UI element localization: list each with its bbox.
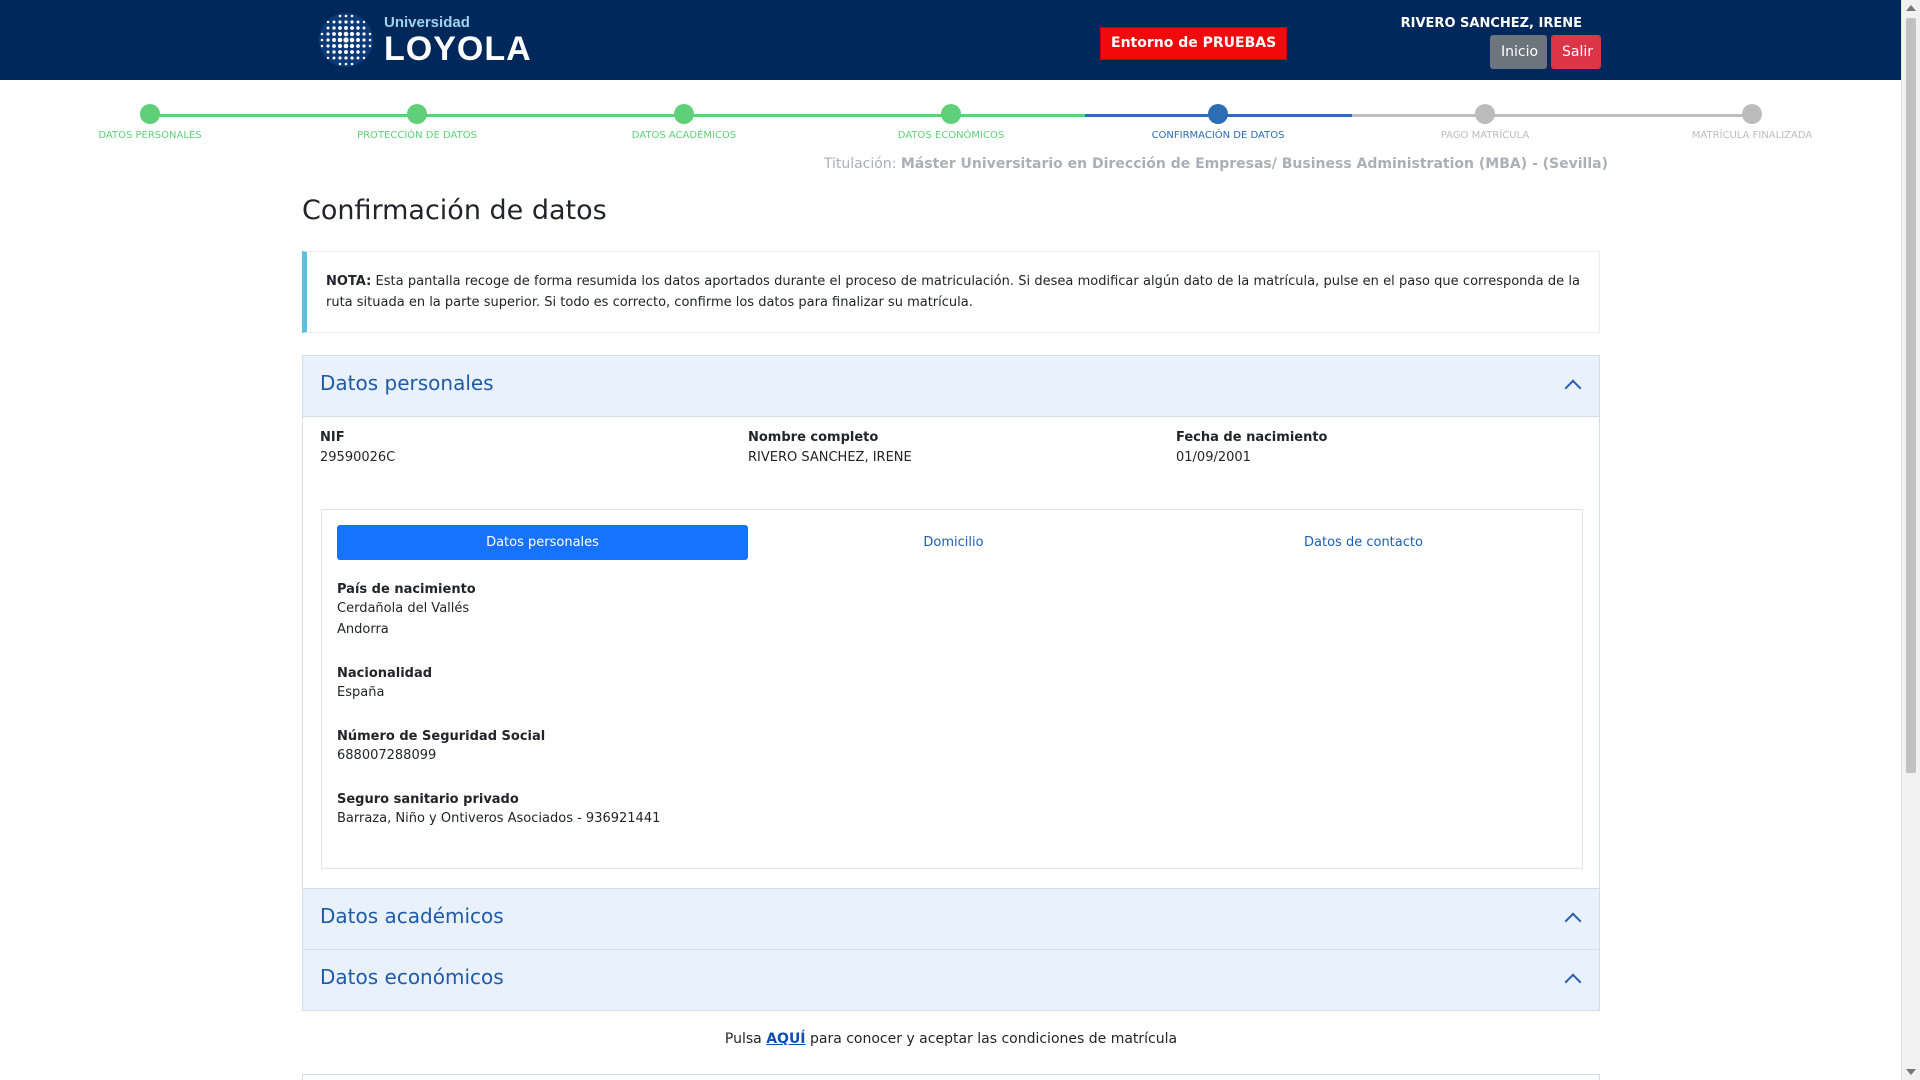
nacionalidad-label: Nacionalidad [337,666,433,681]
step-dot [1742,104,1762,124]
pais-label: País de nacimiento [337,582,476,597]
logo-small-text: Universidad [384,13,470,31]
nss-value: 688007288099 [337,748,437,763]
conditions-link[interactable]: AQUÍ [766,1031,805,1047]
step-label: DATOS ECONÓMICOS [897,130,1005,141]
logo-big-text: LOYOLA [384,29,532,68]
step-datos-economicos[interactable]: DATOS ECONÓMICOS [841,104,1061,141]
step-confirmacion-datos[interactable]: CONFIRMACIÓN DE DATOS [1108,104,1328,141]
logo-text: Universidad LOYOLA [384,15,532,66]
field-nombre: Nombre completo RIVERO SANCHEZ, IRENE [748,430,912,465]
card-datos-personales: Datos personales NIF 29590026C Nombre co… [302,355,1600,889]
page-title: Confirmación de datos [302,195,607,226]
step-pago-matricula: PAGO MATRÍCULA [1375,104,1595,141]
inicio-button[interactable]: Inicio [1490,35,1547,69]
step-dot [1475,104,1495,124]
details-tabs: Datos personales Domicilio Datos de cont… [337,525,1569,560]
field-nacionalidad: Nacionalidad España [337,666,432,703]
salir-button[interactable]: Salir [1551,35,1601,69]
fecha-value: 01/09/2001 [1176,450,1251,465]
pais-line1: Cerdañola del Vallés [337,601,470,616]
section-title: Datos académicos [320,904,504,928]
scrollbar-thumb[interactable] [1906,18,1916,773]
card-datos-academicos: Datos académicos [302,888,1600,950]
page-scrollbar[interactable] [1901,0,1920,1080]
nombre-label: Nombre completo [748,430,879,445]
step-dot [1208,104,1228,124]
titulacion-value: Máster Universitario en Dirección de Emp… [900,156,1608,172]
section-title: Datos personales [320,371,494,395]
step-dot [941,104,961,124]
info-note: NOTA: Esta pantalla recoge de forma resu… [302,251,1600,333]
field-fecha-nacimiento: Fecha de nacimiento 01/09/2001 [1176,430,1328,465]
chevron-up-icon[interactable] [1564,973,1582,991]
university-logo[interactable]: Universidad LOYOLA [316,10,532,70]
titulacion-prefix: Titulación: [823,156,897,172]
environment-badge: Entorno de PRUEBAS [1100,27,1288,60]
conditions-after: para conocer y aceptar las condiciones d… [805,1031,1178,1047]
top-header: Universidad LOYOLA Entorno de PRUEBAS RI… [0,0,1902,80]
step-label: CONFIRMACIÓN DE DATOS [1151,130,1285,141]
globe-dots-icon [319,13,373,67]
titulacion-line: Titulación: Máster Universitario en Dire… [824,156,1608,172]
section-title: Datos económicos [320,965,504,989]
nss-label: Número de Seguridad Social [337,729,546,744]
accordion-header-datos-personales[interactable]: Datos personales [303,356,1599,417]
accordion-header-datos-economicos[interactable]: Datos económicos [303,950,1599,1010]
next-card-edge [302,1074,1600,1080]
seguro-label: Seguro sanitario privado [337,792,519,807]
step-proteccion-datos[interactable]: PROTECCIÓN DE DATOS [307,104,527,141]
conditions-text: Pulsa AQUÍ para conocer y aceptar las co… [302,1031,1600,1047]
step-datos-academicos[interactable]: DATOS ACADÉMICOS [574,104,794,141]
field-nif: NIF 29590026C [320,430,395,465]
step-dot [140,104,160,124]
conditions-before: Pulsa [724,1031,767,1047]
note-text: Esta pantalla recoge de forma resumida l… [326,274,1580,310]
nacionalidad-value: España [337,685,385,700]
step-label: DATOS ACADÉMICOS [631,130,737,141]
step-dot [674,104,694,124]
step-label: PAGO MATRÍCULA [1440,130,1530,141]
step-dot [407,104,427,124]
scroll-up-icon[interactable] [1906,5,1916,11]
step-label: MATRÍCULA FINALIZADA [1691,130,1813,141]
nif-value: 29590026C [320,450,396,465]
step-label: DATOS PERSONALES [98,130,202,141]
step-label: PROTECCIÓN DE DATOS [357,130,477,141]
personal-details-panel: Datos personales Domicilio Datos de cont… [321,509,1583,869]
tab-datos-contacto[interactable]: Datos de contacto [1158,525,1569,560]
pais-line2: Andorra [337,622,389,637]
tab-datos-personales[interactable]: Datos personales [337,525,748,560]
step-matricula-finalizada: MATRÍCULA FINALIZADA [1642,104,1862,141]
user-name: RIVERO SANCHEZ, IRENE [1400,16,1582,31]
card-datos-economicos: Datos económicos [302,949,1600,1011]
accordion-header-datos-academicos[interactable]: Datos académicos [303,889,1599,949]
enrollment-stepper: DATOS PERSONALES PROTECCIÓN DE DATOS DAT… [0,80,1902,150]
chevron-up-icon[interactable] [1564,912,1582,930]
field-pais-nacimiento: País de nacimiento Cerdañola del Vallés … [337,582,476,640]
seguro-value: Barraza, Niño y Ontiveros Asociados - 93… [337,811,661,826]
scroll-down-icon[interactable] [1906,1069,1916,1075]
step-datos-personales[interactable]: DATOS PERSONALES [40,104,260,141]
nombre-value: RIVERO SANCHEZ, IRENE [748,450,912,465]
field-seguridad-social: Número de Seguridad Social 688007288099 [337,729,545,766]
fecha-label: Fecha de nacimiento [1176,430,1328,445]
field-seguro-privado: Seguro sanitario privado Barraza, Niño y… [337,792,660,829]
chevron-up-icon[interactable] [1564,379,1582,397]
note-label: NOTA: [326,274,372,289]
nif-label: NIF [320,430,345,445]
tab-domicilio[interactable]: Domicilio [748,525,1159,560]
